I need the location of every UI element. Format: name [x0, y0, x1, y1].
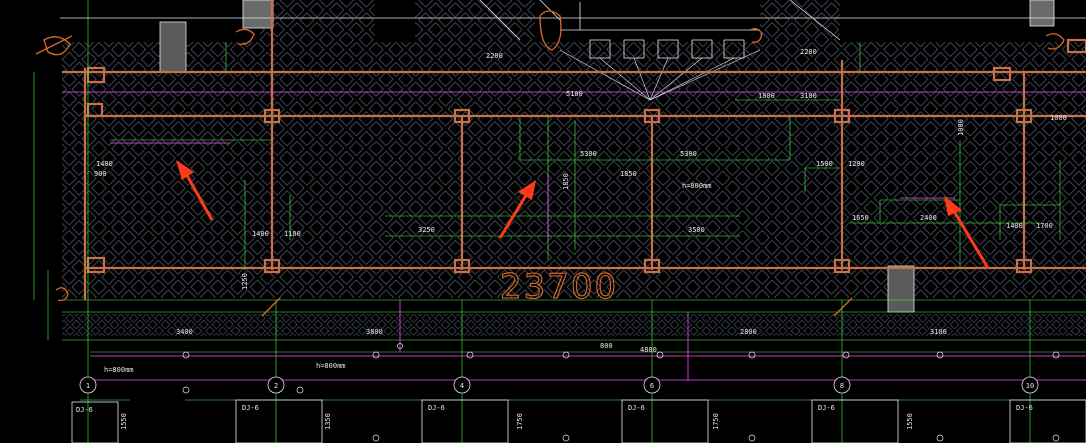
- axis-bubble-labels: 1 2 4 6 8 10: [86, 382, 1034, 390]
- footing-label: DJ-6: [242, 404, 259, 412]
- footing-labels: DJ-6 DJ-6 DJ-6 DJ-6 DJ-6 DJ-6: [76, 404, 1033, 414]
- dim-text: h=800mm: [316, 362, 346, 370]
- dim-text-vertical: 1750: [516, 413, 524, 430]
- axis-bubbles: [79, 376, 1039, 394]
- dim-text: 1850: [620, 170, 637, 178]
- dim-text-vertical: 1550: [906, 413, 914, 430]
- dim-text: 1650: [852, 214, 869, 222]
- dim-text: 1200: [848, 160, 865, 168]
- dim-text-vertical: 1750: [712, 413, 720, 430]
- dim-text-vertical: 1000: [957, 119, 965, 136]
- dim-text: 2200: [486, 52, 503, 60]
- dim-text: 1400: [252, 230, 269, 238]
- dim-text: 1400: [96, 160, 113, 168]
- dim-text: 3800: [366, 328, 383, 336]
- footing-label: DJ-6: [76, 406, 93, 414]
- dim-text: 4800: [640, 346, 657, 354]
- dim-text: 1100: [284, 230, 301, 238]
- dim-text: 1800: [758, 92, 775, 100]
- foundation-markers: [182, 343, 1060, 442]
- axis-label-2: 2: [274, 382, 278, 390]
- dim-text: 3250: [418, 226, 435, 234]
- dim-text: h=800mm: [682, 182, 712, 190]
- dim-text: 1500: [816, 160, 833, 168]
- dim-text: 2400: [920, 214, 937, 222]
- dim-text: h=800mm: [104, 366, 134, 374]
- dim-text: 3500: [688, 226, 705, 234]
- total-dimension-annotation: 23700: [500, 267, 618, 307]
- dim-text: 1700: [1036, 222, 1053, 230]
- dim-text: 3100: [800, 92, 817, 100]
- dim-text-vertical: 1850: [562, 173, 570, 190]
- dim-text: 2800: [740, 328, 757, 336]
- axis-label-1: 1: [86, 382, 90, 390]
- footing-boxes: [71, 399, 1086, 443]
- dim-text-vertical: 1350: [324, 413, 332, 430]
- axis-label-4: 4: [460, 382, 464, 390]
- dim-text: 1400: [1006, 222, 1023, 230]
- dim-text: 2200: [800, 48, 817, 56]
- dim-text: 3100: [930, 328, 947, 336]
- axis-label-10: 10: [1026, 382, 1034, 390]
- cad-drawing-canvas[interactable]: 1 2 4 6 8 10 DJ-6 DJ-6 DJ-6 DJ-6 DJ-6 DJ…: [0, 0, 1086, 443]
- dim-text-vertical: 1550: [120, 413, 128, 430]
- dim-text: 3400: [176, 328, 193, 336]
- footing-label: DJ-6: [628, 404, 645, 412]
- dim-text: 5300: [680, 150, 697, 158]
- dim-text: 900: [94, 170, 107, 178]
- dim-text: 800: [600, 342, 613, 350]
- dim-text: 1000: [1050, 114, 1067, 122]
- axis-label-8: 8: [840, 382, 844, 390]
- footing-label: DJ-6: [1016, 404, 1033, 412]
- footing-label: DJ-6: [818, 404, 835, 412]
- dim-text: 5300: [580, 150, 597, 158]
- dim-text-vertical: 1250: [241, 273, 249, 290]
- footing-label: DJ-6: [428, 404, 445, 412]
- axis-label-6: 6: [650, 382, 654, 390]
- dim-text: 5100: [566, 90, 583, 98]
